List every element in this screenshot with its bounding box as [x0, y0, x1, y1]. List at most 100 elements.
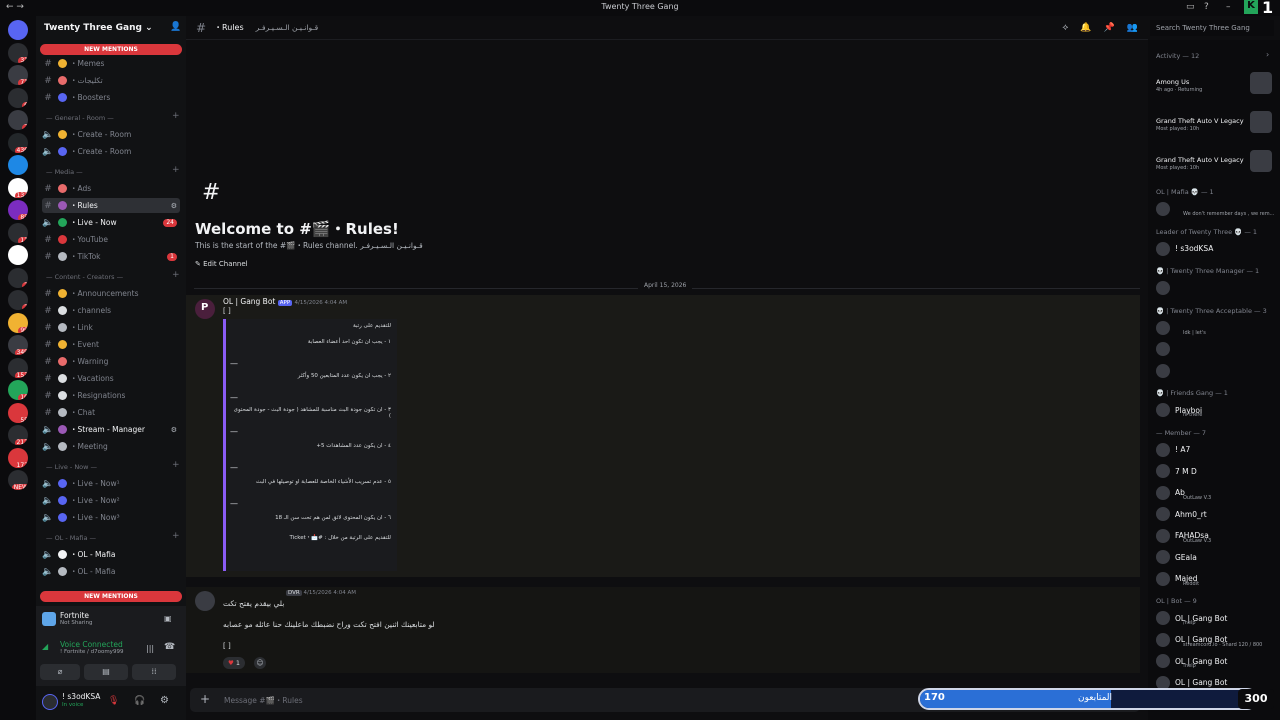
voice-detail[interactable]: ! Fortnite / d7oomy999 — [60, 649, 123, 655]
user-avatar-reply[interactable] — [195, 591, 215, 611]
threads-icon[interactable]: ⟡ — [1062, 23, 1068, 33]
channel-category[interactable]: — Content - Creators — — [46, 273, 123, 281]
channel-item[interactable]: 🔈 ・Live - Now 24 — [42, 215, 180, 230]
channel-item[interactable]: # ・Warning — [42, 354, 180, 369]
channel-category[interactable]: — OL - Mafia — — [46, 534, 96, 542]
server-icon[interactable]: 99 — [8, 312, 28, 333]
add-channel-icon[interactable]: + — [172, 270, 180, 280]
server-icon[interactable]: 10 — [8, 380, 28, 400]
channel-settings-gear-icon[interactable]: ⚙ — [171, 426, 177, 434]
channel-item[interactable]: # ・TikTok 1 — [42, 249, 180, 264]
composer-placeholder[interactable]: Message #🎬・Rules — [224, 695, 303, 706]
screen-share-icon[interactable]: ▣ — [164, 614, 172, 623]
member-row[interactable]: Ahm0_rt — [1156, 505, 1276, 523]
channel-item[interactable]: # ・Announcements — [42, 286, 180, 301]
add-attachment-icon[interactable]: + — [200, 692, 210, 706]
member-list-icon[interactable]: 👥 — [1127, 23, 1138, 33]
member-row[interactable]: OL | Gang Bot !help — [1156, 652, 1276, 670]
activity-card[interactable]: Among Us 4h ago · Returning — [1152, 68, 1276, 100]
search-input[interactable]: Search Twenty Three Gang — [1150, 20, 1274, 36]
add-channel-icon[interactable]: + — [172, 531, 180, 541]
channel-item[interactable]: # ・channels — [42, 303, 180, 318]
channel-category[interactable]: — General - Room — — [46, 114, 114, 122]
new-mentions-pill-bottom[interactable]: NEW MENTIONS — [40, 591, 182, 602]
bot-avatar[interactable]: P — [195, 299, 215, 319]
server-icon[interactable]: 6 — [8, 87, 28, 108]
member-row[interactable]: GEala — [1156, 548, 1276, 566]
channel-item[interactable]: # ・Chat — [42, 405, 180, 420]
screen-share-button[interactable]: ▤ — [84, 664, 128, 680]
channel-item[interactable]: # ・YouTube — [42, 232, 180, 247]
server-icon[interactable]: 85 — [8, 200, 28, 220]
server-icon[interactable]: 349 — [8, 335, 28, 355]
reaction-heart[interactable]: ♥ 1 — [223, 657, 246, 669]
member-row[interactable]: Playboi hi there — [1156, 401, 1276, 419]
server-icon[interactable]: 172 — [8, 447, 28, 468]
member-row[interactable] — [1156, 362, 1276, 380]
channel-item[interactable]: 🔈 ・Live - Now¹ — [42, 476, 180, 491]
server-icon[interactable]: 132 — [8, 177, 28, 198]
chevron-right-icon[interactable]: › — [1266, 50, 1269, 59]
channel-item[interactable]: # ・Memes — [42, 56, 180, 71]
channel-item[interactable]: 🔈 ・OL - Mafia — [42, 547, 180, 562]
activities-button[interactable]: ⁞⁞ — [132, 664, 176, 680]
server-icon[interactable]: 71 — [8, 65, 28, 85]
help-icon[interactable]: ? — [1204, 2, 1209, 12]
server-name[interactable]: Twenty Three Gang ⌄ — [44, 23, 153, 33]
channel-item[interactable]: # ・Ads — [42, 181, 180, 196]
edit-channel-link[interactable]: ✎ Edit Channel — [195, 260, 248, 268]
channel-category[interactable]: — Media — — [46, 168, 83, 176]
add-channel-icon[interactable]: + — [172, 165, 180, 175]
server-icon[interactable] — [8, 155, 28, 175]
member-row[interactable] — [1156, 340, 1276, 358]
server-icon[interactable]: 212 — [8, 425, 28, 445]
channel-item[interactable]: # ・تكليجات — [42, 73, 180, 88]
add-reaction-icon[interactable]: ☺ — [254, 657, 266, 669]
server-icon[interactable]: 55 — [8, 402, 28, 423]
add-channel-icon[interactable]: + — [172, 460, 180, 470]
member-row[interactable]: Idk | let's — [1156, 319, 1276, 337]
mute-icon[interactable]: 🎙 — [108, 696, 119, 706]
member-row[interactable] — [1156, 279, 1276, 297]
server-icon[interactable] — [8, 20, 28, 40]
channel-item[interactable]: 🔈 ・Meeting — [42, 439, 180, 454]
camera-button[interactable]: ⌀ — [40, 664, 80, 680]
channel-item[interactable]: 🔈 ・OL - Mafia — [42, 564, 180, 579]
add-channel-icon[interactable]: + — [172, 111, 180, 121]
channel-item[interactable]: 🔈 ・Live - Now² — [42, 493, 180, 508]
server-icon[interactable]: 2 — [8, 290, 28, 310]
member-row[interactable]: OL | Gang Bot/help — [1156, 609, 1276, 627]
member-row[interactable]: 7 M D — [1156, 462, 1276, 480]
activity-card[interactable]: Grand Theft Auto V Legacy Most played: 10… — [1152, 146, 1276, 178]
channel-item[interactable]: 🔈 ・Live - Now³ — [42, 510, 180, 525]
message-author[interactable]: OL | Gang Bot APP 4/15/2026 4:04 AM — [223, 297, 347, 306]
channel-item[interactable]: 🔈 ・Create - Room — [42, 127, 180, 142]
header-topic[interactable]: قـوانـيـن الـسـيـرفـر — [256, 23, 319, 32]
member-row[interactable]: ! s3odKSA — [1156, 240, 1276, 258]
server-icon[interactable]: 7 — [8, 110, 28, 130]
server-icon[interactable] — [8, 245, 28, 265]
channel-item[interactable]: 🔈 ・Stream - Manager ⚙ — [42, 422, 180, 437]
member-row[interactable]: We don't remember days , we rem... — [1156, 200, 1276, 218]
channel-category[interactable]: — Live - Now — — [46, 463, 97, 471]
channel-item[interactable]: # ・Event — [42, 337, 180, 352]
server-icon[interactable]: 11 — [8, 222, 28, 243]
server-icon[interactable]: 31 — [8, 42, 28, 63]
server-icon[interactable]: 153 — [8, 357, 28, 378]
noise-suppression-icon[interactable]: ||| — [146, 644, 154, 653]
disconnect-icon[interactable]: ☎ — [164, 642, 175, 652]
member-row[interactable]: FAHADsa OutLaw V.3 — [1156, 527, 1276, 545]
member-row[interactable]: Majed Reddit — [1156, 570, 1276, 588]
minimize-icon[interactable]: – — [1226, 2, 1231, 12]
headphones-icon[interactable]: 🎧 — [134, 696, 145, 706]
member-row[interactable]: ! A7 — [1156, 441, 1276, 459]
channel-item[interactable]: # ・Boosters — [42, 90, 180, 105]
channel-item[interactable]: # ・Resignations — [42, 388, 180, 403]
activity-card[interactable]: Grand Theft Auto V Legacy Most played: 10… — [1152, 107, 1276, 139]
channel-item[interactable]: # ・Vacations — [42, 371, 180, 386]
channel-item[interactable]: 🔈 ・Create - Room — [42, 144, 180, 159]
pin-icon[interactable]: 📌 — [1104, 23, 1115, 33]
new-mentions-pill-top[interactable]: NEW MENTIONS — [40, 44, 182, 55]
add-member-icon[interactable]: 👤 — [170, 22, 181, 32]
channel-settings-gear-icon[interactable]: ⚙ — [171, 202, 177, 210]
